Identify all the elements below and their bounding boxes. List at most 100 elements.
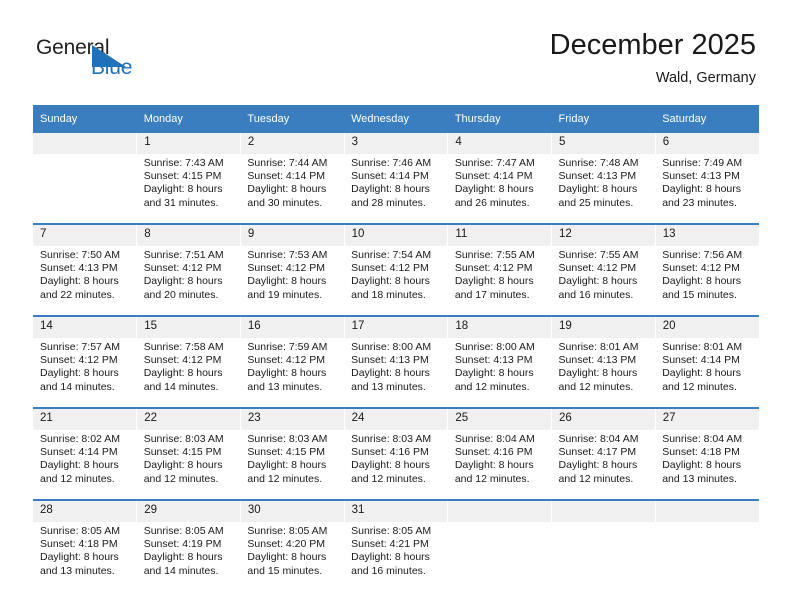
day-cell[interactable]: Sunrise: 7:43 AM Sunset: 4:15 PM Dayligh… <box>136 154 241 223</box>
day-number[interactable]: 10 <box>343 225 448 246</box>
day-number[interactable]: 23 <box>239 409 345 430</box>
daylight-text-line2: and 12 minutes. <box>40 472 115 485</box>
day-cell[interactable]: Sunrise: 7:55 AM Sunset: 4:12 PM Dayligh… <box>551 246 656 315</box>
calendar-page: General Blue December 2025 Wald, Germany… <box>0 0 792 612</box>
day-number[interactable]: 7 <box>33 225 137 246</box>
daylight-text-line1: Daylight: 8 hours <box>662 367 742 380</box>
daylight-text-line1: Daylight: 8 hours <box>454 367 534 380</box>
day-cell[interactable]: Sunrise: 8:01 AM Sunset: 4:14 PM Dayligh… <box>655 338 759 407</box>
day-cell[interactable]: Sunrise: 8:02 AM Sunset: 4:14 PM Dayligh… <box>33 430 137 499</box>
day-cell[interactable]: Sunrise: 7:54 AM Sunset: 4:12 PM Dayligh… <box>344 246 448 315</box>
day-cell[interactable]: Sunrise: 8:01 AM Sunset: 4:13 PM Dayligh… <box>551 338 656 407</box>
sunset-text: Sunset: 4:14 PM <box>247 170 326 183</box>
day-number[interactable]: 16 <box>239 317 345 338</box>
day-number[interactable]: 9 <box>239 225 345 246</box>
day-cell[interactable]: Sunrise: 8:03 AM Sunset: 4:15 PM Dayligh… <box>240 430 345 499</box>
day-number[interactable]: 5 <box>551 133 656 154</box>
daylight-text-line1: Daylight: 8 hours <box>351 459 430 472</box>
day-cell[interactable]: Sunrise: 7:53 AM Sunset: 4:12 PM Dayligh… <box>240 246 345 315</box>
day-cell[interactable]: Sunrise: 8:05 AM Sunset: 4:20 PM Dayligh… <box>240 522 345 591</box>
day-cell[interactable]: Sunrise: 8:04 AM Sunset: 4:16 PM Dayligh… <box>447 430 552 499</box>
day-number[interactable]: 20 <box>654 317 759 338</box>
day-number[interactable]: 24 <box>343 409 448 430</box>
day-number[interactable]: 31 <box>343 501 448 522</box>
sunrise-text: Sunrise: 8:05 AM <box>351 525 432 537</box>
daylight-text-line2: and 31 minutes. <box>143 196 219 209</box>
day-number[interactable]: 26 <box>551 409 656 430</box>
day-cell[interactable]: Sunrise: 7:44 AM Sunset: 4:14 PM Dayligh… <box>240 154 345 223</box>
day-cell[interactable] <box>655 522 759 591</box>
sunset-text: Sunset: 4:12 PM <box>351 262 429 275</box>
day-cell[interactable]: Sunrise: 7:50 AM Sunset: 4:13 PM Dayligh… <box>33 246 137 315</box>
day-number[interactable]: 18 <box>447 317 552 338</box>
day-number[interactable]: 4 <box>447 133 552 154</box>
day-number[interactable]: 17 <box>343 317 448 338</box>
day-cell[interactable]: Sunrise: 7:57 AM Sunset: 4:12 PM Dayligh… <box>33 338 137 407</box>
sunset-text: Sunset: 4:14 PM <box>40 446 118 459</box>
day-cell[interactable]: Sunrise: 7:59 AM Sunset: 4:12 PM Dayligh… <box>240 338 345 407</box>
sunset-text: Sunset: 4:12 PM <box>40 354 118 367</box>
day-number[interactable]: 28 <box>33 501 137 522</box>
sunrise-text: Sunrise: 7:59 AM <box>247 341 328 353</box>
week-row-daynums: 28 29 30 31 <box>33 501 759 522</box>
sunset-text: Sunset: 4:15 PM <box>143 446 222 459</box>
day-number[interactable] <box>551 501 656 522</box>
day-cell[interactable]: Sunrise: 8:03 AM Sunset: 4:16 PM Dayligh… <box>344 430 448 499</box>
weekday-header-wednesday: Wednesday <box>344 105 448 133</box>
day-number[interactable] <box>654 501 759 522</box>
day-number[interactable] <box>33 133 137 154</box>
day-cell[interactable] <box>551 522 656 591</box>
day-number[interactable]: 11 <box>447 225 552 246</box>
daylight-text-line2: and 14 minutes. <box>143 380 219 393</box>
day-cell[interactable]: Sunrise: 8:05 AM Sunset: 4:18 PM Dayligh… <box>33 522 137 591</box>
day-number[interactable] <box>447 501 552 522</box>
day-number[interactable]: 30 <box>239 501 345 522</box>
day-cell[interactable]: Sunrise: 8:00 AM Sunset: 4:13 PM Dayligh… <box>344 338 448 407</box>
daylight-text-line2: and 15 minutes. <box>662 288 737 301</box>
sunrise-text: Sunrise: 7:46 AM <box>351 157 432 169</box>
day-cell[interactable]: Sunrise: 7:56 AM Sunset: 4:12 PM Dayligh… <box>655 246 759 315</box>
day-number[interactable]: 6 <box>654 133 759 154</box>
day-number[interactable]: 8 <box>136 225 241 246</box>
day-number[interactable]: 1 <box>136 133 241 154</box>
day-cell[interactable]: Sunrise: 8:05 AM Sunset: 4:21 PM Dayligh… <box>344 522 448 591</box>
day-number[interactable]: 2 <box>239 133 345 154</box>
day-number[interactable]: 15 <box>136 317 241 338</box>
day-cell[interactable] <box>447 522 552 591</box>
day-number[interactable]: 13 <box>654 225 759 246</box>
day-cell[interactable]: Sunrise: 8:00 AM Sunset: 4:13 PM Dayligh… <box>447 338 552 407</box>
day-number[interactable]: 3 <box>343 133 448 154</box>
day-cell[interactable]: Sunrise: 8:04 AM Sunset: 4:17 PM Dayligh… <box>551 430 656 499</box>
title-block: December 2025 Wald, Germany <box>550 28 756 88</box>
weekday-header-monday: Monday <box>136 105 241 133</box>
day-number[interactable]: 25 <box>447 409 552 430</box>
sunset-text: Sunset: 4:14 PM <box>351 170 429 183</box>
day-number[interactable]: 14 <box>33 317 137 338</box>
day-cell[interactable]: Sunrise: 7:47 AM Sunset: 4:14 PM Dayligh… <box>447 154 552 223</box>
sunset-text: Sunset: 4:13 PM <box>351 354 429 367</box>
day-number[interactable]: 27 <box>654 409 759 430</box>
day-cell[interactable]: Sunrise: 7:55 AM Sunset: 4:12 PM Dayligh… <box>447 246 552 315</box>
day-cell[interactable]: Sunrise: 8:05 AM Sunset: 4:19 PM Dayligh… <box>136 522 241 591</box>
day-cell[interactable] <box>33 154 137 223</box>
day-number[interactable]: 22 <box>136 409 241 430</box>
sunrise-text: Sunrise: 7:56 AM <box>662 249 743 261</box>
day-cell[interactable]: Sunrise: 8:03 AM Sunset: 4:15 PM Dayligh… <box>136 430 241 499</box>
day-number[interactable]: 21 <box>33 409 137 430</box>
day-number[interactable]: 19 <box>551 317 656 338</box>
daylight-text-line1: Daylight: 8 hours <box>143 551 223 564</box>
day-cell[interactable]: Sunrise: 7:58 AM Sunset: 4:12 PM Dayligh… <box>136 338 241 407</box>
week-row-details: Sunrise: 7:50 AM Sunset: 4:13 PM Dayligh… <box>33 246 759 315</box>
day-cell[interactable]: Sunrise: 7:49 AM Sunset: 4:13 PM Dayligh… <box>655 154 759 223</box>
day-number[interactable]: 29 <box>136 501 241 522</box>
daylight-text-line1: Daylight: 8 hours <box>40 275 119 288</box>
sunset-text: Sunset: 4:19 PM <box>143 538 222 551</box>
daylight-text-line2: and 12 minutes. <box>247 472 323 485</box>
weekday-header-sunday: Sunday <box>33 105 137 133</box>
day-cell[interactable]: Sunrise: 7:48 AM Sunset: 4:13 PM Dayligh… <box>551 154 656 223</box>
sunset-text: Sunset: 4:12 PM <box>558 262 637 275</box>
day-cell[interactable]: Sunrise: 7:51 AM Sunset: 4:12 PM Dayligh… <box>136 246 241 315</box>
day-number[interactable]: 12 <box>551 225 656 246</box>
day-cell[interactable]: Sunrise: 7:46 AM Sunset: 4:14 PM Dayligh… <box>344 154 448 223</box>
day-cell[interactable]: Sunrise: 8:04 AM Sunset: 4:18 PM Dayligh… <box>655 430 759 499</box>
